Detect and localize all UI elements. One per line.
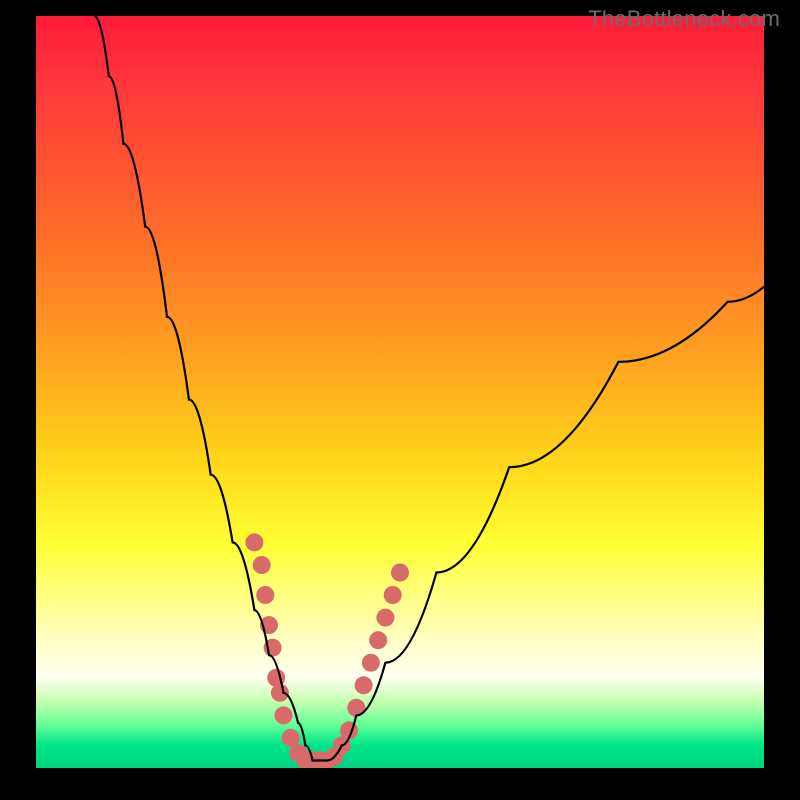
overlay-dot	[253, 556, 271, 574]
overlay-dot	[384, 586, 402, 604]
overlay-dot	[355, 676, 373, 694]
overlay-dot	[245, 533, 263, 551]
bottleneck-curve	[94, 16, 764, 761]
overlay-dot	[376, 609, 394, 627]
plot-area	[36, 16, 764, 768]
overlay-dot	[391, 564, 409, 582]
overlay-dot	[369, 631, 387, 649]
overlay-dot	[275, 706, 293, 724]
overlay-dots	[245, 533, 409, 768]
chart-frame: TheBottleneck.com	[0, 0, 800, 800]
watermark-text: TheBottleneck.com	[588, 6, 780, 32]
overlay-dot	[256, 586, 274, 604]
curve-layer	[36, 16, 764, 768]
overlay-dot	[362, 654, 380, 672]
